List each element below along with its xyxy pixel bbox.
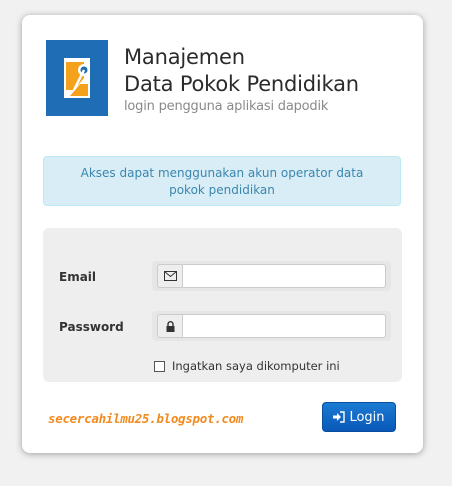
envelope-icon xyxy=(157,264,183,288)
login-card: Manajemen Data Pokok Pendidikan login pe… xyxy=(22,15,423,453)
dapodik-logo xyxy=(46,40,108,116)
email-input-group xyxy=(152,261,391,291)
email-field[interactable] xyxy=(183,264,386,288)
app-title-line1: Manajemen xyxy=(124,45,245,69)
login-button[interactable]: Login xyxy=(322,402,396,432)
email-label: Email xyxy=(59,270,97,284)
lock-icon xyxy=(157,314,183,338)
app-title-line2: Data Pokok Pendidikan xyxy=(124,72,359,96)
remember-label: Ingatkan saya dikomputer ini xyxy=(172,359,340,373)
app-subtitle: login pengguna aplikasi dapodik xyxy=(124,99,329,114)
remember-checkbox[interactable] xyxy=(154,360,165,372)
blog-watermark: secercahilmu25.blogspot.com xyxy=(48,411,244,426)
remember-me[interactable]: Ingatkan saya dikomputer ini xyxy=(152,359,340,373)
login-form: Email Password Ingatkan saya dikomputer … xyxy=(43,228,402,382)
password-label: Password xyxy=(59,320,124,334)
info-alert: Akses dapat menggunakan akun operator da… xyxy=(43,156,401,206)
password-input-group xyxy=(152,311,391,341)
app-title: Manajemen Data Pokok Pendidikan xyxy=(124,44,359,98)
sign-in-icon xyxy=(333,411,346,423)
login-label: Login xyxy=(349,409,385,425)
password-field[interactable] xyxy=(183,314,386,338)
